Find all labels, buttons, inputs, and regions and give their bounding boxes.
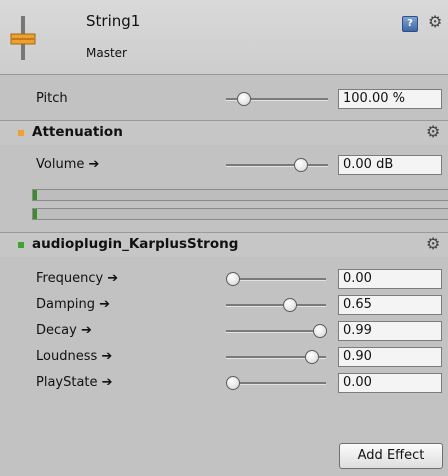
- decay-label: Decay ➔: [36, 323, 92, 338]
- help-icon[interactable]: ?: [402, 16, 418, 32]
- volume-row: Volume ➔ 0.00 dB: [0, 151, 448, 179]
- attenuation-section-header[interactable]: Attenuation ⚙: [0, 120, 448, 145]
- frequency-value-field[interactable]: 0.00: [338, 269, 442, 289]
- add-effect-button[interactable]: Add Effect: [339, 443, 443, 469]
- fader-icon: [10, 16, 36, 60]
- pitch-row: Pitch 100.00 %: [0, 85, 448, 113]
- attenuation-color-bullet: [18, 130, 24, 136]
- frequency-label: Frequency ➔: [36, 271, 119, 286]
- frequency-slider[interactable]: [226, 271, 326, 287]
- slider-thumb[interactable]: [305, 350, 320, 364]
- slider-thumb[interactable]: [293, 158, 308, 172]
- damping-label: Damping ➔: [36, 297, 111, 312]
- volume-value-field[interactable]: 0.00 dB: [338, 155, 442, 175]
- param-row-playstate: PlayState ➔ 0.00: [0, 369, 448, 397]
- gear-icon[interactable]: ⚙: [428, 14, 442, 30]
- strip-header: String1 Master ? ⚙: [0, 0, 448, 75]
- level-meter-right: [32, 208, 448, 220]
- pitch-label: Pitch: [36, 91, 68, 106]
- plugin-title: audioplugin_KarplusStrong: [32, 236, 239, 252]
- plugin-section-header[interactable]: audioplugin_KarplusStrong ⚙: [0, 232, 448, 257]
- slider-thumb[interactable]: [226, 272, 240, 286]
- decay-value-field[interactable]: 0.99: [338, 321, 442, 341]
- slider-thumb[interactable]: [226, 376, 240, 390]
- meter-fill: [33, 209, 38, 219]
- loudness-label: Loudness ➔: [36, 349, 113, 364]
- attenuation-title: Attenuation: [32, 124, 123, 140]
- level-meter-left: [32, 189, 448, 201]
- meter-fill: [33, 190, 38, 200]
- output-bus-label: Master: [86, 46, 127, 60]
- playstate-slider[interactable]: [226, 375, 326, 391]
- gear-icon[interactable]: ⚙: [426, 124, 440, 140]
- pitch-value-field[interactable]: 100.00 %: [338, 89, 442, 109]
- gear-icon[interactable]: ⚙: [426, 236, 440, 252]
- decay-slider[interactable]: [226, 323, 328, 339]
- loudness-value-field[interactable]: 0.90: [338, 347, 442, 367]
- slider-thumb[interactable]: [283, 298, 298, 312]
- slider-thumb[interactable]: [313, 324, 328, 338]
- volume-slider[interactable]: [226, 157, 328, 173]
- param-row-frequency: Frequency ➔ 0.00: [0, 265, 448, 293]
- pitch-slider[interactable]: [226, 91, 328, 107]
- playstate-label: PlayState ➔: [36, 375, 113, 390]
- playstate-value-field[interactable]: 0.00: [338, 373, 442, 393]
- mixer-group-title: String1: [86, 12, 141, 30]
- param-row-loudness: Loudness ➔ 0.90: [0, 343, 448, 371]
- param-row-damping: Damping ➔ 0.65: [0, 291, 448, 319]
- damping-value-field[interactable]: 0.65: [338, 295, 442, 315]
- param-row-decay: Decay ➔ 0.99: [0, 317, 448, 345]
- plugin-color-bullet: [18, 242, 24, 248]
- loudness-slider[interactable]: [226, 349, 326, 365]
- damping-slider[interactable]: [226, 297, 326, 313]
- slider-thumb[interactable]: [236, 92, 251, 106]
- volume-label: Volume ➔: [36, 157, 100, 172]
